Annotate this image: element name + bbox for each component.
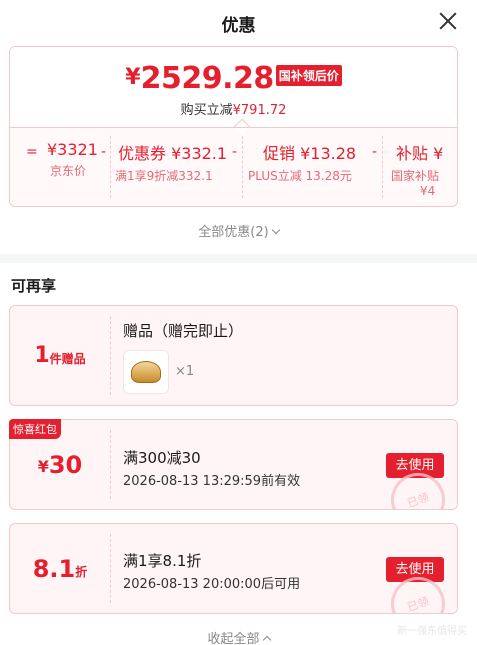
coupon-validity: 2026-08-13 13:29:59前有效 — [123, 474, 301, 489]
divider — [242, 136, 243, 198]
chevron-down-icon — [271, 225, 280, 235]
minus-sign: - — [101, 144, 107, 160]
coupon-title: 满1享8.1折 — [123, 552, 202, 570]
minus-sign: - — [372, 144, 378, 160]
all-discounts-toggle[interactable]: 全部优惠(2) — [0, 221, 477, 240]
equals-sign: = — [26, 144, 38, 160]
coupon-discount: 8.1 折 — [10, 524, 110, 613]
breakdown-value: 促销 ¥13.28 — [263, 144, 357, 163]
gift-count-unit: 件赠品 — [49, 352, 86, 366]
section-divider — [0, 254, 477, 263]
coupon-amount-value: 30 — [48, 450, 83, 479]
section-title: 可再享 — [11, 277, 57, 295]
gift-quantity: ×1 — [175, 364, 195, 379]
breakdown-item-jd-price: ¥3321 京东价 — [47, 140, 98, 179]
chevron-up-icon — [262, 635, 271, 645]
all-discounts-label: 全部优惠(2) — [198, 225, 269, 240]
price-summary-card: ¥2529.28 国补领后价 购买立减¥791.72 = ¥3321 京东价 - … — [9, 46, 458, 207]
coupon-card-discount: 8.1 折 满1享8.1折 2026-08-13 20:00:00后可用 去使用 … — [9, 523, 458, 614]
breakdown-item-subsidy: 补贴 ¥ 国家补贴 ¥4 — [391, 140, 444, 198]
reduce-label: 购买立减 — [180, 103, 233, 118]
minus-sign: - — [232, 144, 238, 160]
coupon-title: 满300减30 — [123, 449, 201, 467]
price-breakdown: = ¥3321 京东价 - 优惠券 ¥332.1 满1享9折减332.1 - 促… — [10, 127, 457, 206]
gift-image[interactable] — [123, 350, 169, 394]
breakdown-label: 满1享9折减332.1 — [115, 169, 213, 183]
collapse-all-label: 收起全部 — [207, 632, 260, 645]
gift-count-number: 1 — [34, 343, 50, 368]
final-price: 2529.28 — [140, 61, 275, 96]
reduce-amount: ¥791.72 — [232, 103, 287, 118]
coupon-discount-unit: 折 — [75, 565, 88, 579]
divider — [110, 136, 111, 198]
breakdown-value: 优惠券 ¥332.1 — [118, 144, 228, 163]
gov-subsidy-tag: 国补领后价 — [275, 65, 342, 86]
divider — [110, 430, 111, 499]
divider — [110, 316, 111, 395]
divider — [382, 136, 383, 198]
gift-count: 1 件赠品 — [10, 306, 110, 405]
header: 优惠 — [0, 0, 477, 44]
gift-card: 1 件赠品 赠品（赠完即止） ×1 — [9, 305, 458, 406]
divider — [110, 534, 111, 603]
breakdown-label-amount: ¥4 — [420, 184, 436, 198]
breakdown-label: 国家补贴 — [391, 169, 440, 183]
breakdown-item-coupon: 优惠券 ¥332.1 满1享9折减332.1 — [115, 140, 228, 184]
breakdown-item-promo: 促销 ¥13.28 PLUS立减 13.28元 — [248, 140, 357, 184]
reduce-line: 购买立减¥791.72 — [10, 99, 457, 118]
currency-symbol: ¥ — [125, 65, 141, 90]
breakdown-value: ¥3321 — [47, 140, 98, 159]
watermark: 新一强东值得买 — [397, 626, 467, 637]
close-icon[interactable] — [437, 10, 459, 32]
price-top: ¥2529.28 国补领后价 购买立减¥791.72 — [10, 47, 457, 127]
breakdown-label: PLUS立减 13.28元 — [248, 169, 352, 183]
page-title: 优惠 — [221, 16, 256, 36]
gift-title: 赠品（赠完即止） — [123, 322, 244, 340]
surprise-red-packet-badge: 惊喜红包 — [9, 419, 61, 439]
coupon-currency: ¥ — [37, 457, 49, 476]
coupon-card-surprise: ¥30 满300减30 2026-08-13 13:29:59前有效 去使用 已… — [9, 419, 458, 510]
gift-product-icon — [131, 361, 161, 383]
coupon-validity: 2026-08-13 20:00:00后可用 — [123, 577, 301, 592]
final-price-line: ¥2529.28 国补领后价 — [10, 61, 457, 96]
breakdown-label: 京东价 — [50, 164, 87, 178]
breakdown-value: 补贴 ¥ — [396, 144, 444, 163]
coupon-discount-value: 8.1 — [32, 554, 76, 583]
